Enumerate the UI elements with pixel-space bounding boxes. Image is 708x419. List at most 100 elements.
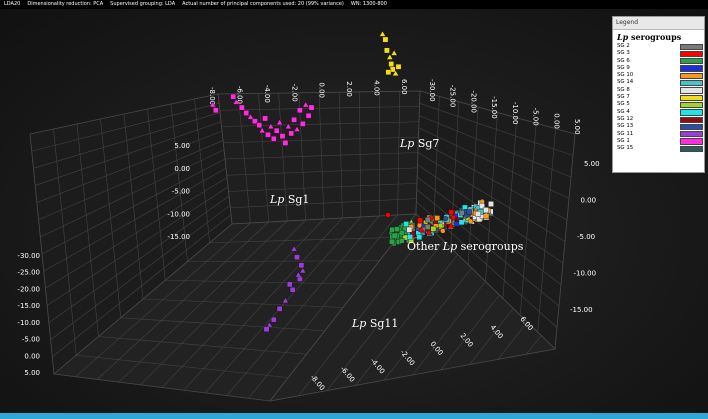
legend-item[interactable]: SG 1 bbox=[617, 138, 704, 145]
legend-item[interactable]: SG 10 bbox=[617, 72, 704, 80]
right-side-axis-tick: 0.00 bbox=[581, 197, 597, 205]
legend-swatch bbox=[680, 72, 703, 80]
data-point bbox=[297, 107, 303, 114]
right-side-axis-tick: -15.00 bbox=[570, 306, 593, 314]
data-point bbox=[379, 30, 386, 37]
legend-swatch bbox=[680, 145, 703, 153]
legend-panel[interactable]: Legend Lp serogroups SG 2 SG 3 SG 6 SG 9 SG … bbox=[612, 16, 705, 173]
right-top-axis-tick: -10.00 bbox=[511, 102, 519, 125]
left-upper-axis-tick: 5.00 bbox=[174, 142, 190, 150]
data-point bbox=[425, 216, 431, 223]
legend-title-rest: serogroups bbox=[628, 32, 682, 42]
annotation-text: Sg7 bbox=[414, 137, 439, 150]
legend-title: Lp serogroups bbox=[613, 30, 704, 43]
legend-swatch bbox=[680, 131, 703, 138]
left-lower-axis-tick: 0.00 bbox=[24, 352, 40, 360]
legend-swatch bbox=[680, 65, 703, 72]
top-axis-tick: 0.00 bbox=[318, 82, 326, 98]
right-top-axis-tick: -25.00 bbox=[449, 85, 457, 108]
window-bottom-strip bbox=[0, 413, 708, 419]
legend-item[interactable]: SG 7 bbox=[617, 94, 704, 101]
data-point bbox=[466, 209, 472, 215]
data-point bbox=[286, 281, 293, 288]
legend-item-label: SG 12 bbox=[617, 115, 634, 122]
data-point bbox=[459, 209, 465, 216]
left-upper-axis-tick: -15.00 bbox=[167, 233, 190, 241]
top-axis-tick: 4.00 bbox=[373, 80, 381, 96]
left-lower-axis-tick: -25.00 bbox=[17, 269, 40, 277]
data-point bbox=[300, 121, 306, 127]
legend-item[interactable]: SG 12 bbox=[617, 116, 704, 123]
data-point bbox=[450, 214, 457, 221]
data-point bbox=[430, 226, 437, 232]
right-top-axis-tick: -20.00 bbox=[469, 90, 477, 113]
legend-swatch bbox=[680, 87, 703, 94]
top-axis-tick: -4.00 bbox=[263, 85, 271, 103]
legend-item[interactable]: SG 15 bbox=[617, 145, 704, 153]
legend-item[interactable]: SG 13 bbox=[617, 123, 704, 131]
left-lower-axis-tick: -30.00 bbox=[17, 252, 40, 260]
data-point bbox=[256, 122, 263, 128]
data-point bbox=[382, 36, 389, 43]
data-point bbox=[416, 234, 423, 240]
legend-item[interactable]: SG 14 bbox=[617, 79, 704, 87]
data-point bbox=[271, 136, 277, 142]
legend-swatch bbox=[680, 58, 703, 65]
legend-item[interactable]: SG 2 bbox=[617, 43, 704, 50]
data-point bbox=[282, 140, 289, 146]
data-point bbox=[213, 107, 219, 114]
legend-item[interactable]: SG 4 bbox=[617, 109, 704, 116]
data-point bbox=[437, 223, 444, 229]
data-point bbox=[239, 104, 245, 111]
data-point bbox=[389, 238, 395, 245]
legend-item-label: SG 13 bbox=[617, 123, 634, 130]
top-axis-tick: 6.00 bbox=[400, 79, 408, 95]
annotation-text: Other bbox=[407, 240, 443, 253]
left-upper-axis-tick: 0.00 bbox=[174, 165, 190, 173]
data-point bbox=[417, 217, 423, 224]
3d-scatter-plot[interactable]: -8.00 -6.00 -4.00 -2.00 0.00 2.00 4.00 6.00 -30.… bbox=[0, 9, 708, 413]
right-top-axis-tick: -30.00 bbox=[428, 79, 436, 102]
legend-item-label: SG 3 bbox=[617, 50, 630, 57]
data-point bbox=[406, 226, 413, 233]
legend-item[interactable]: SG 8 bbox=[617, 87, 704, 94]
legend-item[interactable]: SG 11 bbox=[617, 131, 704, 138]
legend-item[interactable]: SG 9 bbox=[617, 65, 704, 72]
annotation-italic: Lp bbox=[351, 317, 366, 330]
right-side-axis-tick: -5.00 bbox=[577, 233, 595, 241]
legend-item[interactable]: SG 5 bbox=[617, 101, 704, 109]
data-point bbox=[265, 132, 271, 138]
header-item: LDA20 bbox=[4, 1, 21, 7]
data-point bbox=[289, 287, 296, 293]
data-point bbox=[443, 216, 449, 222]
legend-swatch bbox=[680, 101, 703, 109]
data-point bbox=[388, 61, 394, 67]
legend-item-label: SG 1 bbox=[617, 137, 630, 144]
data-point bbox=[273, 127, 280, 134]
data-point bbox=[395, 64, 402, 70]
data-point bbox=[291, 117, 297, 123]
legend-item[interactable]: SG 6 bbox=[617, 58, 704, 65]
legend-item[interactable]: SG 3 bbox=[617, 50, 704, 58]
data-point bbox=[389, 227, 395, 233]
data-point bbox=[230, 93, 236, 100]
legend-swatch bbox=[680, 138, 703, 145]
data-point bbox=[398, 230, 405, 236]
cluster-annotation: Other Lp serogroups bbox=[407, 240, 524, 253]
right-top-axis-tick: -15.00 bbox=[490, 96, 498, 119]
header-item: WN: 1300-800 bbox=[350, 1, 387, 7]
header-bar: LDA20 Dimensionality reduction: PCA Superv… bbox=[0, 0, 708, 9]
data-point bbox=[448, 209, 455, 215]
annotation-italic: Lp bbox=[399, 137, 414, 150]
right-side-axis-tick: -10.00 bbox=[574, 270, 597, 278]
legend-swatch bbox=[680, 109, 703, 116]
data-point bbox=[398, 237, 405, 244]
legend-list: SG 2 SG 3 SG 6 SG 9 SG 10 SG 14 SG 8 SG 7 SG 5 SG… bbox=[613, 43, 704, 153]
cluster-annotation: Lp Sg7 bbox=[399, 137, 439, 150]
left-lower-axis-tick: -20.00 bbox=[17, 285, 40, 293]
legend-item-label: SG 9 bbox=[617, 64, 630, 71]
legend-item-label: SG 11 bbox=[617, 130, 634, 137]
top-axis-tick: -8.00 bbox=[208, 87, 216, 105]
annotation-italic: Lp bbox=[269, 193, 284, 206]
right-side-axis-tick: 5.00 bbox=[584, 160, 600, 168]
